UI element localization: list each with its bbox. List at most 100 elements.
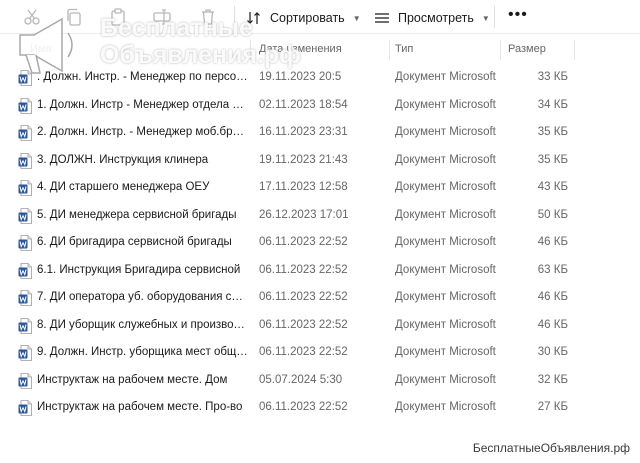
file-date-modified: 02.11.2023 18:54 <box>259 98 348 111</box>
file-date-modified: 06.11.2023 22:52 <box>259 318 348 331</box>
paste-icon[interactable] <box>108 7 128 27</box>
file-size: 46 КБ <box>537 236 568 248</box>
file-date-modified: 26.12.2023 17:01 <box>259 208 349 221</box>
word-document-icon <box>18 317 32 334</box>
file-size: 46 КБ <box>537 291 568 303</box>
file-name: 9. Должн. Инстр. уборщика мест общего по… <box>37 346 249 358</box>
delete-icon[interactable] <box>198 7 218 27</box>
file-row[interactable]: 6. ДИ бригадира сервисной бригады 06.11.… <box>0 229 600 256</box>
file-row[interactable]: 6.1. Инструкция Бригадира сервисной 06.1… <box>0 257 600 284</box>
file-size: 35 КБ <box>537 126 568 138</box>
word-document-icon <box>18 70 32 86</box>
word-document-icon <box>18 290 32 306</box>
column-divider[interactable] <box>500 40 501 60</box>
word-document-icon <box>18 97 32 114</box>
file-size: 32 КБ <box>537 373 568 386</box>
column-header-row: Имя Дата изменения Тип Размер <box>0 40 640 60</box>
chevron-down-icon: ▼ <box>352 13 361 23</box>
file-type: Документ Microsoft Word <box>395 181 499 193</box>
file-date-modified: 06.11.2023 22:52 <box>259 401 348 413</box>
view-button[interactable]: Просмотреть ▼ <box>374 7 490 29</box>
file-type: Документ Microsoft Word <box>395 153 499 166</box>
file-size: 27 КБ <box>537 401 568 413</box>
cut-icon[interactable] <box>22 7 42 27</box>
column-divider[interactable] <box>574 40 575 60</box>
file-row[interactable]: 7. ДИ оператора уб. оборудования сервисн… <box>0 284 600 311</box>
file-row[interactable]: 3. ДОЛЖН. Инструкция клинера 19.11.2023 … <box>0 147 600 174</box>
file-name: Инструктаж на рабочем месте. Дом <box>37 373 228 386</box>
view-label: Просмотреть <box>398 11 474 25</box>
file-size: 63 КБ <box>537 263 568 276</box>
copy-icon[interactable] <box>64 7 84 27</box>
file-name: 3. ДОЛЖН. Инструкция клинера <box>37 153 209 166</box>
file-date-modified: 19.11.2023 20:5 <box>259 71 342 83</box>
file-row[interactable]: 4. ДИ старшего менеджера ОЕУ 17.11.2023 … <box>0 174 600 201</box>
more-options-icon[interactable]: ••• <box>508 7 528 23</box>
file-name: . Должн. Инстр. - Менеджер по персоналу <box>37 71 249 83</box>
file-type: Документ Microsoft Word <box>395 373 499 386</box>
file-row[interactable]: 9. Должн. Инстр. уборщика мест общего по… <box>0 339 600 366</box>
file-size: 30 КБ <box>537 346 568 358</box>
watermark-bottom: БесплатныеОбъявления.рф <box>472 441 630 455</box>
file-name: Инструктаж на рабочем месте. Про-во <box>37 401 243 413</box>
list-view-icon <box>375 13 389 23</box>
file-type: Документ Microsoft Word <box>395 291 499 303</box>
file-type: Документ Microsoft Word <box>395 126 499 138</box>
file-name: 5. ДИ менеджера сервисной бригады <box>37 208 237 221</box>
column-header-date[interactable]: Дата изменения <box>259 43 342 55</box>
file-date-modified: 17.11.2023 12:58 <box>259 181 348 193</box>
file-name: 2. Должн. Инстр. - Менеджер моб.бригады <box>37 126 249 138</box>
column-divider[interactable] <box>389 40 390 60</box>
column-header-size[interactable]: Размер <box>508 43 546 55</box>
file-row[interactable]: 1. Должн. Инстр - Менеджер отдела продаж… <box>0 92 600 119</box>
file-name: 6.1. Инструкция Бригадира сервисной <box>37 263 241 276</box>
file-type: Документ Microsoft Word <box>395 98 499 111</box>
file-size: 33 КБ <box>537 71 568 83</box>
file-row[interactable]: 8. ДИ уборщик служебных и производственн… <box>0 312 600 339</box>
rename-icon[interactable] <box>152 7 172 27</box>
file-name: 8. ДИ уборщик служебных и производственн… <box>37 318 249 331</box>
file-type: Документ Microsoft Word <box>395 71 499 83</box>
file-size: 43 КБ <box>537 181 568 193</box>
file-row[interactable]: 5. ДИ менеджера сервисной бригады 26.12.… <box>0 202 600 229</box>
file-date-modified: 19.11.2023 21:43 <box>259 153 348 166</box>
file-row[interactable]: Инструктаж на рабочем месте. Дом 05.07.2… <box>0 367 600 394</box>
sort-label: Сортировать <box>270 11 345 25</box>
file-row[interactable]: Инструктаж на рабочем месте. Про-во 06.1… <box>0 394 600 421</box>
file-type: Документ Microsoft Word <box>395 401 499 413</box>
word-document-icon <box>18 372 32 389</box>
column-header-name[interactable]: Имя <box>30 43 51 55</box>
word-document-icon <box>18 400 32 416</box>
word-document-icon <box>18 152 32 169</box>
file-date-modified: 05.07.2024 5:30 <box>259 373 343 386</box>
word-document-icon <box>18 235 32 251</box>
column-header-type[interactable]: Тип <box>395 43 413 55</box>
word-document-icon <box>18 262 32 279</box>
file-date-modified: 06.11.2023 22:52 <box>259 346 348 358</box>
file-type: Документ Microsoft Word <box>395 236 499 248</box>
file-size: 46 КБ <box>537 318 568 331</box>
file-type: Документ Microsoft Word <box>395 263 499 276</box>
file-date-modified: 06.11.2023 22:52 <box>259 291 348 303</box>
word-document-icon <box>18 345 32 361</box>
file-size: 50 КБ <box>537 208 568 221</box>
sort-button[interactable]: Сортировать ▼ <box>246 7 361 29</box>
file-date-modified: 16.11.2023 23:31 <box>259 126 348 138</box>
word-document-icon <box>18 180 32 196</box>
word-document-icon <box>18 125 32 141</box>
file-name: 6. ДИ бригадира сервисной бригады <box>37 236 232 248</box>
column-divider[interactable] <box>250 40 251 60</box>
chevron-down-icon: ▼ <box>481 13 490 23</box>
command-bar: Сортировать ▼ Просмотреть ▼ ••• <box>0 0 640 34</box>
file-type: Документ Microsoft Word <box>395 346 499 358</box>
file-type: Документ Microsoft Word <box>395 318 499 331</box>
file-name: 1. Должн. Инстр - Менеджер отдела продаж <box>37 98 249 111</box>
file-size: 34 КБ <box>537 98 568 111</box>
file-date-modified: 06.11.2023 22:52 <box>259 236 348 248</box>
file-row[interactable]: . Должн. Инстр. - Менеджер по персоналу … <box>0 64 600 91</box>
toolbar-divider <box>234 6 235 28</box>
file-date-modified: 06.11.2023 22:52 <box>259 263 348 276</box>
sort-icon <box>247 12 260 24</box>
file-row[interactable]: 2. Должн. Инстр. - Менеджер моб.бригады … <box>0 119 600 146</box>
file-name: 7. ДИ оператора уб. оборудования сервисн… <box>37 291 249 303</box>
